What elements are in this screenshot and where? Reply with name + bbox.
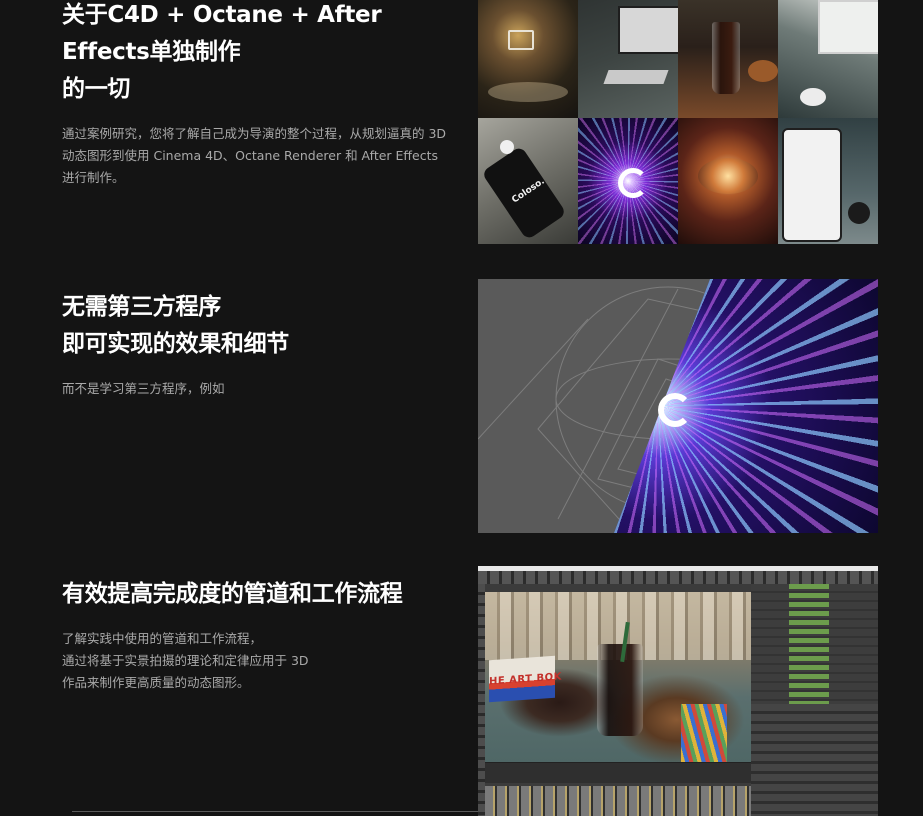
description-line: 通过将基于实景拍摄的理论和定律应用于 3D [62,653,309,668]
section-c4d-octane-ae: 关于C4D + Octane + After Effects单独制作 的一切 通… [0,0,923,250]
description-line: 通过案例研究，您将了解自己成为导演的整个过程，从规划逼真的 3D [62,126,447,141]
case-study-thumbnail-grid: Coloso. [478,0,878,244]
app-attribute-manager [751,704,878,816]
viewport-wireframe-render [478,279,878,533]
heading-line: 无需第三方程序 [62,294,221,320]
thumbnail-mobile-app [778,118,878,244]
section-1-description: 通过案例研究，您将了解自己成为导演的整个过程，从规划逼真的 3D 动态图形到使用… [62,123,472,189]
app-3d-viewport: HE ART BOK [485,592,751,762]
description-line: 而不是学习第三方程序，例如 [62,381,225,396]
section-3-heading: 有效提高完成度的管道和工作流程 [62,576,472,613]
app-timeline [485,762,751,783]
app-left-toolbar [478,584,485,816]
app-toolbar [478,571,878,584]
heading-line: Effects单独制作 [62,39,241,65]
thumbnail-night-room [478,0,578,118]
description-line: 动态图形到使用 Cinema 4D、Octane Renderer 和 Afte… [62,148,439,163]
thumbnail-metal-cake [678,118,778,244]
divider [72,811,478,812]
heading-line: 有效提高完成度的管道和工作流程 [62,581,403,607]
thumbnail-hyperspace-logo [578,118,678,244]
description-line: 进行制作。 [62,170,125,185]
thumbnail-iced-cola [678,0,778,118]
pencil-cup [681,704,727,762]
cinema4d-software-screenshot: HE ART BOK [478,566,878,816]
thumbnail-phone-brand: Coloso. [478,118,578,244]
section-2-text: 无需第三方程序 即可实现的效果和细节 而不是学习第三方程序，例如 [62,289,472,400]
section-pipeline-workflow: 有效提高完成度的管道和工作流程 了解实践中使用的管道和工作流程， 通过将基于实景… [0,566,923,816]
thumbnail-desk-monitor [578,0,678,118]
heading-line: 即可实现的效果和细节 [62,331,290,357]
thumbnail-workstation [778,0,878,118]
app-material-manager [485,786,751,816]
section-1-heading: 关于C4D + Octane + After Effects单独制作 的一切 [62,0,472,108]
section-1-text: 关于C4D + Octane + After Effects单独制作 的一切 通… [62,0,472,189]
section-no-third-party: 无需第三方程序 即可实现的效果和细节 而不是学习第三方程序，例如 [0,279,923,533]
app-object-manager [751,584,878,704]
object-tags [789,584,829,704]
section-2-description: 而不是学习第三方程序，例如 [62,378,472,400]
heading-line: 关于C4D + Octane + After [62,2,382,28]
description-line: 作品来制作更高质量的动态图形。 [62,675,250,690]
description-line: 了解实践中使用的管道和工作流程， [62,631,263,646]
section-3-description: 了解实践中使用的管道和工作流程， 通过将基于实景拍摄的理论和定律应用于 3D 作… [62,628,472,694]
heading-line: 的一切 [62,76,131,102]
section-2-heading: 无需第三方程序 即可实现的效果和细节 [62,289,472,363]
logo-mark-icon [658,393,692,427]
section-3-text: 有效提高完成度的管道和工作流程 了解实践中使用的管道和工作流程， 通过将基于实景… [62,576,472,694]
